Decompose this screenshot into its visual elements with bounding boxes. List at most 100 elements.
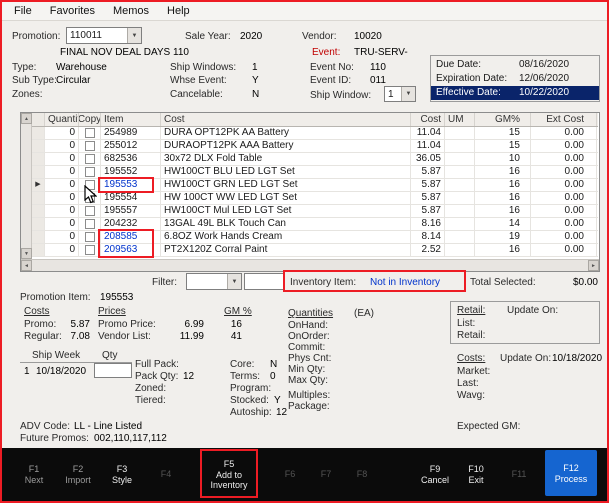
menu-item[interactable]: Memos — [104, 3, 158, 19]
quantity-cell[interactable]: 0 — [45, 140, 79, 152]
chevron-down-icon[interactable]: ▼ — [227, 274, 241, 289]
row-selector[interactable]: ▶ — [32, 192, 45, 204]
grid-header-gm[interactable]: GM% — [475, 113, 531, 126]
quantity-cell[interactable]: 0 — [45, 127, 79, 139]
fkey-f2-import[interactable]: F2 Import — [56, 448, 100, 501]
row-selector[interactable]: ▶ — [32, 140, 45, 152]
ship-window-combobox[interactable]: 1 ▼ — [384, 86, 416, 102]
item-number-cell[interactable]: 209563 — [101, 244, 161, 256]
menu-item[interactable]: Help — [158, 3, 199, 19]
quantity-cell[interactable]: 0 — [45, 179, 79, 191]
menu-item[interactable]: File — [5, 3, 41, 19]
filter-combobox[interactable]: ▼ — [186, 273, 242, 290]
item-number-cell[interactable]: 195553 — [101, 179, 161, 191]
copy-checkbox[interactable] — [85, 219, 95, 229]
copy-cell[interactable] — [79, 192, 101, 204]
item-number-cell[interactable]: 195554 — [101, 192, 161, 204]
item-number-cell[interactable]: 204232 — [101, 218, 161, 230]
row-selector[interactable]: ▶ — [32, 231, 45, 243]
copy-checkbox[interactable] — [85, 193, 95, 203]
copy-cell[interactable] — [79, 244, 101, 256]
row-selector[interactable]: ▶ — [32, 179, 45, 191]
item-number-cell[interactable]: 255012 — [101, 140, 161, 152]
fkey-f4[interactable]: F4 — [144, 448, 188, 501]
quantity-cell[interactable]: 0 — [45, 192, 79, 204]
quantity-cell[interactable]: 0 — [45, 231, 79, 243]
chevron-down-icon[interactable]: ▼ — [127, 28, 141, 43]
copy-cell[interactable] — [79, 127, 101, 139]
scroll-left-icon[interactable]: ◄ — [21, 260, 32, 271]
grid-header-description[interactable]: Cost — [161, 113, 411, 126]
copy-checkbox[interactable] — [85, 245, 95, 255]
quantity-cell[interactable]: 0 — [45, 205, 79, 217]
fkey-number: F6 — [285, 469, 296, 480]
table-row[interactable]: ▶ 0 254989 DURA OPT12PK AA Battery 11.04… — [32, 127, 598, 140]
copy-cell[interactable] — [79, 153, 101, 165]
quantity-cell[interactable]: 0 — [45, 218, 79, 230]
grid-header-extcost[interactable]: Ext Cost — [531, 113, 597, 126]
vertical-scrollbar[interactable]: ▲ ▼ — [21, 113, 32, 259]
grid-header-quantity[interactable]: Quantity — [45, 113, 79, 126]
copy-checkbox[interactable] — [85, 232, 95, 242]
copy-checkbox[interactable] — [85, 154, 95, 164]
copy-cell[interactable] — [79, 166, 101, 178]
copy-checkbox[interactable] — [85, 206, 95, 216]
table-row[interactable]: ▶ 0 195554 HW 100CT WW LED LGT Set 5.87 … — [32, 192, 598, 205]
copy-checkbox[interactable] — [85, 180, 95, 190]
item-number-cell[interactable]: 682536 — [101, 153, 161, 165]
copy-cell[interactable] — [79, 140, 101, 152]
table-row[interactable]: ▶ 0 195557 HW100CT Mul LED LGT Set 5.87 … — [32, 205, 598, 218]
effective-date-row[interactable]: Effective Date: 10/22/2020 — [431, 86, 599, 100]
copy-checkbox[interactable] — [85, 128, 95, 138]
row-selector[interactable]: ▶ — [32, 166, 45, 178]
promotion-combobox[interactable]: 110011 ▼ — [66, 27, 142, 44]
fkey-f8[interactable]: F8 — [340, 448, 384, 501]
quantity-cell[interactable]: 0 — [45, 153, 79, 165]
scroll-right-icon[interactable]: ► — [588, 260, 599, 271]
grid-header-um[interactable]: UM — [445, 113, 475, 126]
filter-input[interactable] — [244, 273, 284, 290]
row-selector[interactable]: ▶ — [32, 153, 45, 165]
fkey-f5-add-to-inventory[interactable]: F5 Add to Inventory — [202, 448, 256, 501]
scroll-down-icon[interactable]: ▼ — [21, 248, 32, 259]
copy-cell[interactable] — [79, 218, 101, 230]
fkey-number: F8 — [357, 469, 368, 480]
quantity-cell[interactable]: 0 — [45, 166, 79, 178]
chevron-down-icon[interactable]: ▼ — [401, 87, 415, 101]
item-number-cell[interactable]: 195552 — [101, 166, 161, 178]
table-row[interactable]: ▶ 0 255012 DURAOPT12PK AAA Battery 11.04… — [32, 140, 598, 153]
grid-header-item[interactable]: Item — [101, 113, 161, 126]
fkey-f10-exit[interactable]: F10 Exit — [453, 448, 499, 501]
table-row[interactable]: ▶ 0 204232 13GAL 49L BLK Touch Can 8.16 … — [32, 218, 598, 231]
scroll-up-icon[interactable]: ▲ — [21, 113, 32, 124]
row-selector[interactable]: ▶ — [32, 205, 45, 217]
copy-checkbox[interactable] — [85, 167, 95, 177]
table-row[interactable]: ▶ 0 209563 PT2X120Z Corral Paint 2.52 16… — [32, 244, 598, 257]
item-number-cell[interactable]: 208585 — [101, 231, 161, 243]
fkey-f11[interactable]: F11 — [497, 448, 541, 501]
grid-header-cost[interactable]: Cost — [411, 113, 445, 126]
ship-week-qty-input[interactable] — [94, 363, 132, 378]
horizontal-scrollbar[interactable]: ◄ ► — [21, 259, 599, 271]
item-number-cell[interactable]: 195557 — [101, 205, 161, 217]
quantity-cell[interactable]: 0 — [45, 244, 79, 256]
row-selector[interactable]: ▶ — [32, 218, 45, 230]
item-number-cell[interactable]: 254989 — [101, 127, 161, 139]
fkey-f9-cancel[interactable]: F9 Cancel — [412, 448, 458, 501]
fkey-f1-next[interactable]: F1 Next — [12, 448, 56, 501]
quantity-field-label: Package: — [288, 401, 398, 412]
menu-item[interactable]: Favorites — [41, 3, 104, 19]
row-selector[interactable]: ▶ — [32, 244, 45, 256]
table-row[interactable]: ▶ 0 208585 6.8OZ Work Hands Cream 8.14 1… — [32, 231, 598, 244]
fkey-f3-style[interactable]: F3 Style — [100, 448, 144, 501]
table-row[interactable]: ▶ 0 195553 HW100CT GRN LED LGT Set 5.87 … — [32, 179, 598, 192]
copy-checkbox[interactable] — [85, 141, 95, 151]
fkey-f12-process[interactable]: F12 Process — [545, 450, 597, 496]
grid-header-copy[interactable]: Copy — [79, 113, 101, 126]
row-selector[interactable]: ▶ — [32, 127, 45, 139]
table-row[interactable]: ▶ 0 682536 30x72 DLX Fold Table 36.05 10… — [32, 153, 598, 166]
copy-cell[interactable] — [79, 205, 101, 217]
copy-cell[interactable] — [79, 231, 101, 243]
table-row[interactable]: ▶ 0 195552 HW100CT BLU LED LGT Set 5.87 … — [32, 166, 598, 179]
copy-cell[interactable] — [79, 179, 101, 191]
